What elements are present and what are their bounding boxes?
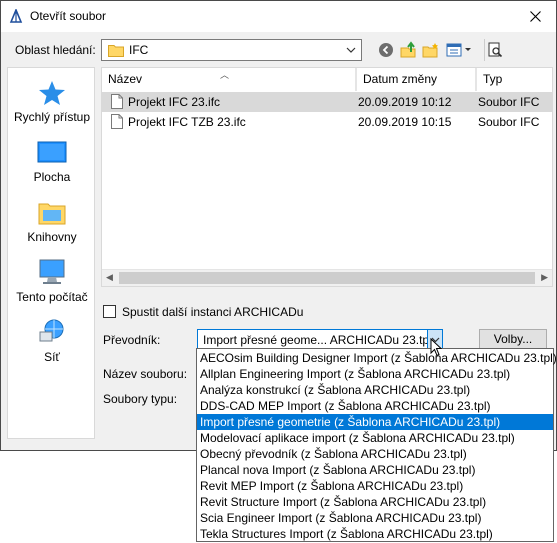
archicad-app-icon <box>9 9 23 23</box>
sort-ascending-icon: ︿ <box>220 70 230 80</box>
new-folder-button[interactable] <box>421 39 441 61</box>
up-folder-icon <box>400 41 416 58</box>
horizontal-scrollbar[interactable]: ◀ ▶ <box>102 269 552 286</box>
network-icon <box>39 319 64 342</box>
place-network[interactable]: Síť <box>8 318 96 364</box>
converter-option-selected[interactable]: Import přesné geometrie (z Šablona ARCHI… <box>197 414 553 430</box>
close-icon <box>529 10 541 22</box>
converter-option[interactable]: Analýza konstrukcí (z Šablona ARCHICADu … <box>197 382 553 398</box>
converter-option[interactable]: Obecný převodník (z Šablona ARCHICADu 23… <box>197 446 553 462</box>
place-label: Plocha <box>33 170 71 184</box>
preview-icon <box>488 42 502 58</box>
up-folder-button[interactable] <box>399 39 419 61</box>
converter-option[interactable]: AECOsim Building Designer Import (z Šabl… <box>197 350 557 366</box>
converter-option[interactable]: Revit Structure Import (z Šablona ARCHIC… <box>197 494 553 510</box>
converter-option[interactable]: DDS-CAD MEP Import (z Šablona ARCHICADu … <box>197 398 553 414</box>
scrollbar-thumb[interactable] <box>119 272 535 284</box>
converter-option[interactable]: Allplan Engineering Import (z Šablona AR… <box>197 366 553 382</box>
filetype-label: Soubory typu: <box>103 392 178 406</box>
place-this-pc[interactable]: Tento počítač <box>8 258 96 304</box>
file-date: 20.09.2019 10:15 <box>358 115 452 129</box>
file-date: 20.09.2019 10:12 <box>358 95 452 109</box>
file-row[interactable]: Projekt IFC 23.ifc 20.09.2019 10:12 Soub… <box>102 92 552 112</box>
computer-icon <box>39 259 65 284</box>
place-label: Tento počítač <box>16 290 88 304</box>
scroll-left-icon[interactable]: ◀ <box>106 272 113 283</box>
file-name: Projekt IFC 23.ifc <box>128 95 221 109</box>
column-header-type[interactable]: Typ <box>476 68 552 91</box>
scroll-right-icon[interactable]: ▶ <box>541 272 548 283</box>
libraries-icon <box>38 203 66 225</box>
back-button[interactable] <box>376 39 396 61</box>
converter-option[interactable]: Revit MEP Import (z Šablona ARCHICADu 23… <box>197 478 553 494</box>
place-label: Síť <box>44 350 60 364</box>
desktop-icon <box>37 141 67 163</box>
column-header-name[interactable]: ︿ Název <box>102 68 356 91</box>
file-list[interactable]: ︿ Název Datum změny Typ Projekt IFC 23.i… <box>101 67 553 287</box>
file-name: Projekt IFC TZB 23.ifc <box>128 115 246 129</box>
places-bar: Rychlý přístup Plocha Knihovny Tento poč… <box>7 67 95 439</box>
converter-dropdown-list[interactable]: AECOsim Building Designer Import (z Šabl… <box>196 348 557 542</box>
look-in-label: Oblast hledání: <box>15 43 96 57</box>
view-menu-icon <box>446 43 471 57</box>
place-quick-access[interactable]: Rychlý přístup <box>8 80 96 124</box>
converter-option[interactable]: Tekla Structures Import (z Šablona ARCHI… <box>197 526 553 542</box>
folder-icon <box>108 45 124 57</box>
window-title: Otevřít soubor <box>30 9 107 23</box>
look-in-value: IFC <box>129 43 149 57</box>
document-icon <box>111 114 123 129</box>
file-type: Soubor IFC <box>478 115 540 129</box>
new-instance-checkbox[interactable] <box>103 305 116 318</box>
converter-option[interactable]: Plancal nova Import (z Šablona ARCHICADu… <box>197 462 553 478</box>
converter-combo[interactable]: Import přesné geome... ARCHICADu 23.tpl) <box>197 329 443 350</box>
title-bar[interactable]: Otevřít soubor <box>1 1 556 32</box>
close-button[interactable] <box>520 5 550 27</box>
view-menu-button[interactable] <box>445 39 473 61</box>
preview-button[interactable] <box>484 39 504 61</box>
converter-label: Převodník: <box>103 333 161 347</box>
star-icon <box>39 81 65 105</box>
place-desktop[interactable]: Plocha <box>8 140 96 184</box>
filename-label: Název souboru: <box>103 367 188 381</box>
place-libraries[interactable]: Knihovny <box>8 198 96 244</box>
converter-option[interactable]: Scia Engineer Import (z Šablona ARCHICAD… <box>197 510 553 526</box>
column-header-date[interactable]: Datum změny <box>356 68 476 91</box>
back-icon <box>379 43 393 57</box>
file-row[interactable]: Projekt IFC TZB 23.ifc 20.09.2019 10:15 … <box>102 112 552 132</box>
mouse-cursor-icon <box>430 338 442 357</box>
document-icon <box>111 94 123 109</box>
file-type: Soubor IFC <box>478 95 540 109</box>
converter-option[interactable]: Modelovací aplikace import (z Šablona AR… <box>197 430 553 446</box>
place-label: Knihovny <box>27 230 77 244</box>
new-instance-label[interactable]: Spustit další instanci ARCHICADu <box>122 305 303 319</box>
place-label: Rychlý přístup <box>13 110 91 124</box>
chevron-down-icon <box>346 47 356 53</box>
look-in-combo[interactable]: IFC <box>101 39 362 61</box>
converter-value: Import přesné geome... ARCHICADu 23.tpl) <box>203 333 436 347</box>
options-button[interactable]: Volby... <box>479 329 547 350</box>
new-folder-icon <box>422 43 438 58</box>
